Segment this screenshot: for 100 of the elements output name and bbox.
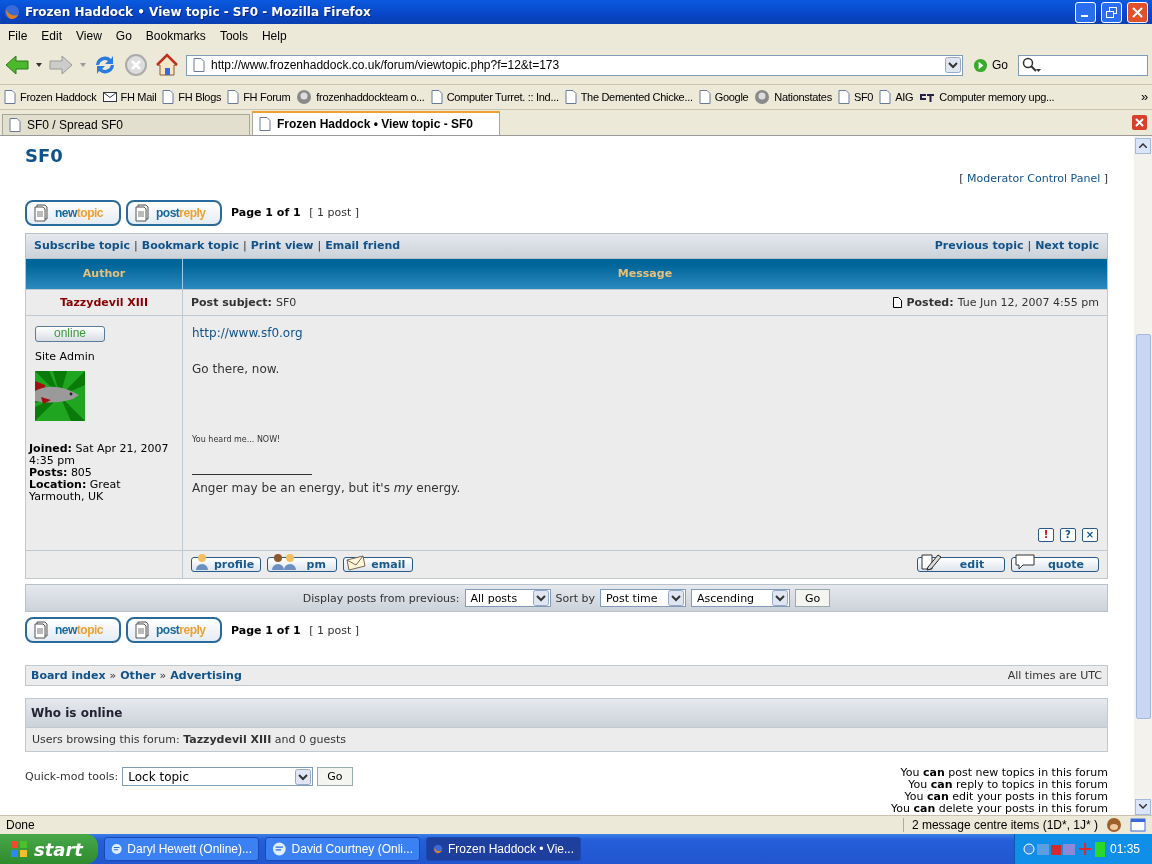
bookmark[interactable]: Computer memory upg... (919, 90, 1055, 103)
bookmark[interactable]: Computer Turret. :: Ind... (430, 89, 559, 104)
page-icon (227, 89, 240, 104)
taskbar-item[interactable]: Frozen Haddock • Vie... (426, 837, 581, 861)
scroll-down-button[interactable] (1135, 798, 1151, 815)
topic-link[interactable]: Bookmark topic (141, 239, 239, 253)
menu-item[interactable]: Bookmarks (139, 28, 214, 43)
permission-text: You can post new topics in this forum (899, 766, 1108, 779)
more-bookmarks-button[interactable]: » (1141, 89, 1148, 105)
profile-detail: Posts: 805 (29, 466, 93, 479)
minimize-button[interactable] (1075, 1, 1096, 23)
menu-item[interactable]: View (70, 28, 110, 43)
separator: | (134, 239, 138, 253)
close-icon (1132, 6, 1143, 18)
stop-icon[interactable] (124, 53, 148, 78)
range-dropdown[interactable]: All posts (464, 589, 551, 608)
pencil-paper-icon (920, 552, 942, 571)
clock: 01:35 (1109, 842, 1140, 856)
logo-icon (919, 91, 936, 102)
envelope-icon (346, 554, 367, 571)
menu-item[interactable]: File (2, 28, 36, 43)
fox-globe-icon (4, 4, 20, 21)
back-arrow-icon[interactable] (4, 54, 30, 77)
topic-link[interactable]: Next topic (1035, 239, 1099, 253)
bookmark[interactable]: Nationstates (754, 88, 832, 105)
post-icon-button[interactable]: ! (1038, 527, 1054, 542)
column-header: Message (182, 258, 1108, 290)
timezone-note: All times are UTC (1007, 668, 1102, 682)
topic-link[interactable]: Email friend (325, 239, 401, 253)
sort-dropdown[interactable]: Post time (600, 589, 687, 608)
breadcrumb-link[interactable]: Advertising (170, 668, 242, 682)
window-title: Frozen Haddock • View topic - SF0 - Mozilla Firefox (25, 5, 372, 20)
menu-item[interactable]: Tools (213, 28, 256, 43)
search-field[interactable] (1018, 54, 1148, 76)
post-icon-button[interactable]: × (1082, 527, 1098, 542)
home-icon[interactable] (154, 52, 180, 79)
close-tab-icon[interactable] (1132, 114, 1147, 130)
go-button[interactable]: Go (317, 767, 353, 786)
post-icon-button[interactable]: ? (1060, 527, 1076, 542)
bookmark[interactable]: Google (698, 89, 749, 104)
scroll-up-button[interactable] (1135, 137, 1151, 154)
bookmark[interactable]: FH Forum (227, 89, 291, 104)
chat-icon (272, 841, 287, 857)
restore-button[interactable] (1101, 1, 1122, 23)
online-badge: online (35, 325, 105, 342)
bookmark[interactable]: Frozen Haddock (4, 89, 97, 104)
online-users: Users browsing this forum: Tazzydevil XIII and 0 guests (32, 732, 346, 746)
bookmark[interactable]: FH Blogs (162, 89, 222, 104)
post-button[interactable]: newtopic (25, 617, 121, 644)
tray-icons-drawing[interactable] (1022, 841, 1107, 857)
column-header: Author (25, 258, 183, 290)
page-icon (879, 89, 892, 104)
topic-link[interactable]: Subscribe topic (34, 239, 131, 253)
topic-link[interactable]: Print view (250, 239, 314, 253)
breadcrumb-link[interactable]: Board index (31, 668, 106, 682)
start-button[interactable]: start (0, 834, 98, 864)
separator: | (1027, 239, 1032, 253)
breadcrumb-link[interactable]: Other (120, 668, 156, 682)
post-text: You heard me... NOW! (192, 434, 282, 444)
order-dropdown[interactable]: Ascending (691, 589, 791, 608)
post-count: [ 1 post ] (308, 623, 359, 637)
close-button[interactable] (1127, 1, 1148, 23)
action-button[interactable]: quote (1011, 556, 1099, 572)
action-button[interactable]: profile (191, 556, 262, 572)
post-button[interactable]: newtopic (25, 199, 121, 226)
address-bar[interactable]: http://www.frozenhaddock.co.uk/forum/viewtopic.php?f=12&t=173 (186, 54, 963, 76)
separator: | (317, 239, 322, 253)
window-icon[interactable] (1130, 816, 1146, 833)
taskbar-item[interactable]: Daryl Hewett (Online)... (104, 837, 259, 861)
action-button[interactable]: pm (267, 556, 338, 572)
action-button[interactable]: email (343, 556, 414, 572)
bookmark[interactable]: FH Mail (102, 90, 157, 103)
browser-tab[interactable]: SF0 / Spread SF0 (2, 113, 250, 135)
chat-icon (111, 841, 123, 857)
menu-item[interactable]: Go (109, 28, 140, 43)
page-icon (564, 89, 577, 104)
scrollbar-thumb[interactable] (1135, 333, 1151, 719)
separator: » (109, 668, 117, 682)
people-icon (270, 552, 299, 571)
post-button[interactable]: postreply (126, 617, 222, 644)
monkey-icon[interactable] (1106, 816, 1122, 833)
menu-item[interactable]: Edit (35, 28, 71, 43)
go-button[interactable]: Go (969, 57, 1012, 73)
moderator-link[interactable]: Moderator Control Panel (966, 171, 1101, 185)
post-link[interactable]: http://www.sf0.org (192, 325, 1098, 340)
bookmark[interactable]: SF0 (837, 89, 874, 104)
dropdown-arrow-icon[interactable] (36, 63, 42, 68)
taskbar-item[interactable]: David Courtney (Onli... (265, 837, 420, 861)
browser-tab[interactable]: Frozen Haddock • View topic - SF0 (252, 110, 500, 135)
bookmark[interactable]: AIG (879, 89, 914, 104)
status-messages: 2 message centre items (1D*, 1J* ) (902, 817, 1098, 832)
menu-item[interactable]: Help (255, 28, 295, 43)
bookmark[interactable]: frozenhaddockteam o... (296, 88, 425, 105)
action-button[interactable]: edit (917, 556, 1005, 572)
go-button[interactable]: Go (795, 589, 831, 608)
topic-link[interactable]: Previous topic (934, 239, 1024, 253)
quickmod-dropdown[interactable]: Lock topic (122, 767, 314, 786)
display-label: Display posts from previous: (302, 591, 460, 605)
bookmark[interactable]: The Demented Chicke... (564, 89, 693, 104)
post-button[interactable]: postreply (126, 199, 222, 226)
